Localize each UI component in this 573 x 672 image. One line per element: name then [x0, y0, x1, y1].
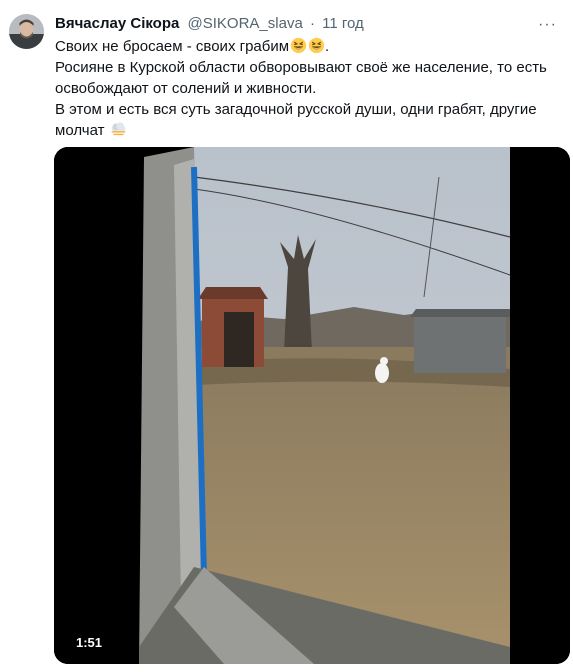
tweet-text-line-1-content: Своих не бросаем - своих грабим — [55, 38, 290, 55]
avatar[interactable] — [9, 14, 44, 49]
tweet-text-line-3-content: В этом и есть вся суть загадочной русско… — [55, 101, 537, 139]
separator-dot: · — [309, 15, 315, 32]
video-player[interactable] — [54, 147, 570, 664]
tweet[interactable]: Вячаслау Сікора @SIKORA_slava · 11 год ·… — [0, 0, 573, 672]
avatar-image — [9, 14, 44, 49]
tweet-timestamp[interactable]: 11 год — [322, 15, 364, 32]
author-name[interactable]: Вячаслау Сікора — [55, 15, 179, 32]
grinning-squinting-face-icon — [308, 37, 325, 54]
grinning-squinting-face-icon — [290, 37, 307, 54]
fog-icon — [111, 122, 125, 136]
tweet-header: Вячаслау Сікора @SIKORA_slava · 11 год — [55, 14, 364, 34]
video-frame — [54, 147, 570, 664]
tweet-text-line-1-end: . — [325, 38, 330, 55]
tweet-text-line-1: Своих не бросаем - своих грабим. — [55, 36, 560, 57]
tweet-text: Своих не бросаем - своих грабим. Росияне… — [55, 36, 560, 141]
tweet-text-line-3: В этом и есть вся суть загадочной русско… — [55, 99, 560, 141]
tweet-text-line-2: Росияне в Курской области обворовывают с… — [55, 59, 547, 97]
author-handle[interactable]: @SIKORA_slava — [188, 15, 303, 32]
more-options-icon[interactable]: ··· — [538, 16, 557, 34]
video-duration: 1:51 — [71, 633, 108, 653]
